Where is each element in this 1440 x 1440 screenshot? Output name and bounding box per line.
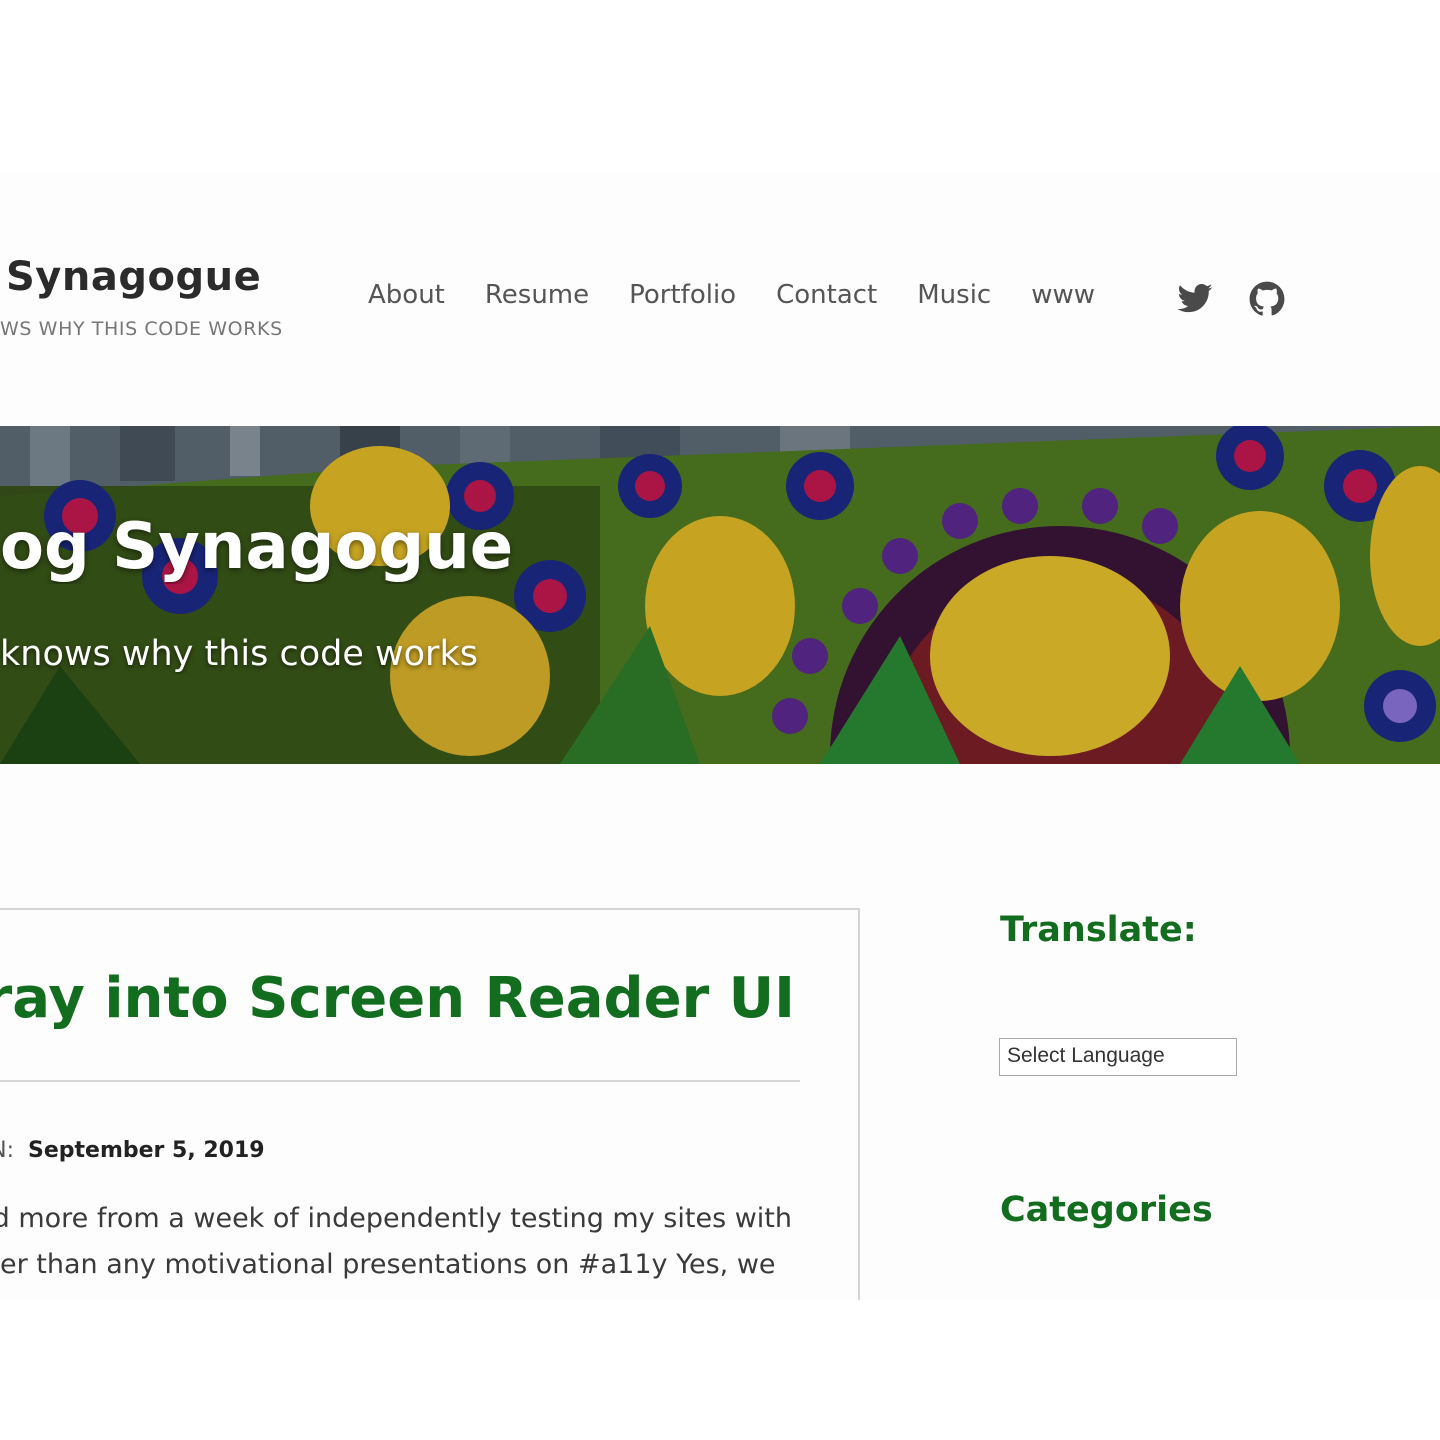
nav-item-portfolio[interactable]: Portfolio — [629, 280, 736, 310]
post-meta-label: N: — [0, 1138, 14, 1163]
categories-widget-title: Categories — [1000, 1190, 1213, 1230]
nav-item-music[interactable]: Music — [917, 280, 991, 310]
title-divider — [0, 1080, 800, 1082]
hero-title: og Synagogue — [0, 510, 514, 584]
translate-widget-title: Translate: — [1000, 910, 1197, 950]
post-title[interactable]: oray into Screen Reader UI — [0, 966, 795, 1031]
post-excerpt: ed more from a week of independently tes… — [0, 1196, 800, 1288]
github-icon[interactable] — [1248, 280, 1286, 318]
social-links — [1176, 280, 1286, 318]
nav-item-about[interactable]: About — [368, 280, 445, 310]
site-title[interactable]: Synagogue — [6, 254, 261, 300]
hero-banner: og Synagogue knows why this code works — [0, 426, 1440, 764]
post-meta: N: September 5, 2019 — [0, 1138, 265, 1163]
excerpt-line: er than any motivational presentations o… — [0, 1249, 776, 1280]
post-card: oray into Screen Reader UI N: September 5… — [0, 908, 860, 1300]
excerpt-line: ed more from a week of independently tes… — [0, 1203, 792, 1234]
post-date: September 5, 2019 — [28, 1138, 265, 1163]
nav-item-contact[interactable]: Contact — [776, 280, 877, 310]
hero-mural-image — [0, 426, 1440, 764]
page: Synagogue WS WHY THIS CODE WORKS About R… — [0, 172, 1440, 1300]
site-tagline: WS WHY THIS CODE WORKS — [0, 318, 283, 340]
hero-subtitle: knows why this code works — [0, 634, 478, 674]
nav-item-resume[interactable]: Resume — [485, 280, 589, 310]
nav-item-www[interactable]: www — [1031, 280, 1095, 310]
twitter-icon[interactable] — [1176, 280, 1214, 318]
main-nav: About Resume Portfolio Contact Music www — [368, 280, 1095, 310]
language-select[interactable]: Select Language — [999, 1038, 1237, 1076]
